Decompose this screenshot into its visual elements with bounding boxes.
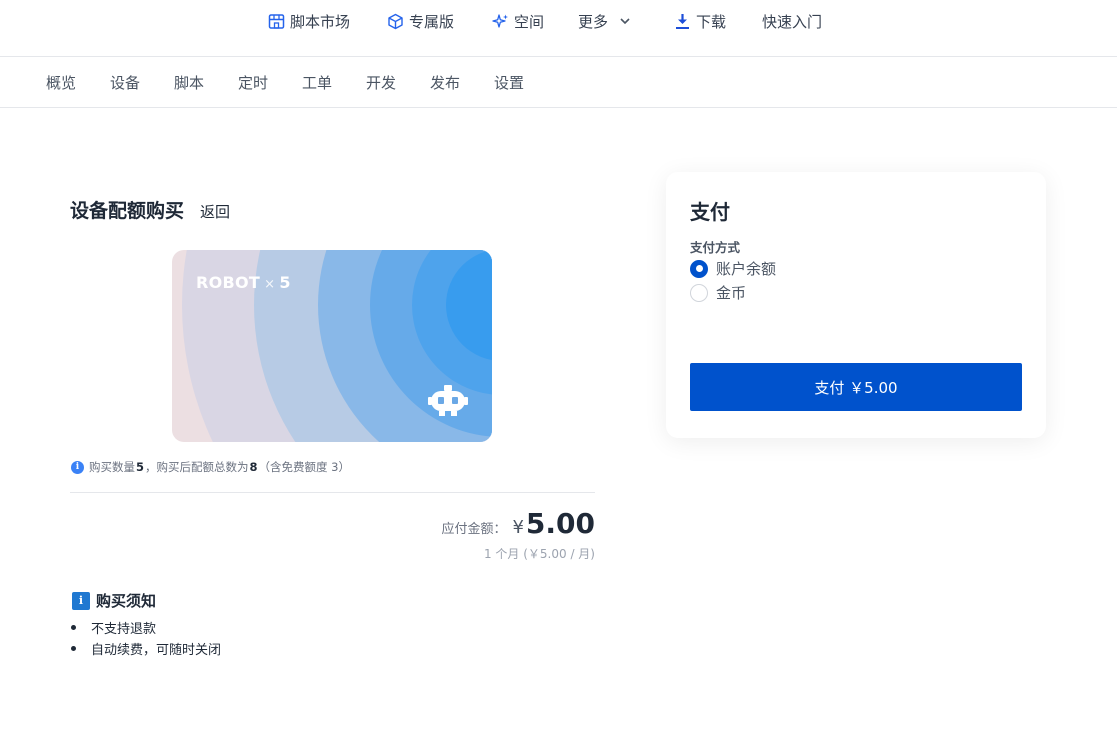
notice-title-text: 购买须知: [96, 592, 157, 610]
tab-settings[interactable]: 设置: [494, 72, 524, 93]
card-brand: ROBOT: [196, 273, 261, 292]
tab-tickets[interactable]: 工单: [302, 72, 332, 93]
box-icon: [388, 13, 403, 29]
card-quantity: 5: [279, 273, 291, 292]
amount-currency: ¥: [512, 517, 524, 538]
divider: [70, 492, 595, 493]
nav-space[interactable]: 空间: [492, 10, 544, 32]
info-prefix: 购买数量: [89, 460, 135, 474]
robot-icon: [428, 385, 468, 416]
payment-method-label: 支付方式: [690, 240, 741, 255]
chevron-down-icon: [620, 18, 630, 25]
payment-option-coins[interactable]: 金币: [690, 282, 746, 303]
notice-item: 不支持退款: [70, 617, 221, 638]
amount-period-note: 1 个月 (￥5.00 / 月): [483, 547, 595, 561]
nav-label: 下载: [696, 12, 727, 31]
nav-label: 脚本市场: [290, 12, 351, 31]
tab-scripts[interactable]: 脚本: [174, 72, 204, 93]
radio-label: 账户余额: [716, 260, 777, 278]
sparkle-icon: [492, 13, 508, 28]
tab-schedule[interactable]: 定时: [238, 72, 268, 93]
nav-exclusive-edition[interactable]: 专属版: [387, 10, 454, 32]
info-quantity: 5: [136, 460, 145, 474]
payment-title: 支付: [690, 200, 730, 224]
amount-row: 应付金额： ¥ 5.00: [441, 507, 595, 540]
tab-overview[interactable]: 概览: [46, 72, 76, 93]
tab-develop[interactable]: 开发: [366, 72, 396, 93]
info-box-icon: i: [72, 591, 90, 610]
nav-label: 更多: [578, 12, 609, 31]
notice-title: i 购买须知: [72, 590, 156, 611]
nav-download[interactable]: 下载: [674, 10, 726, 32]
nav-script-market[interactable]: 脚本市场: [268, 10, 350, 32]
page-title: 设备配额购买: [70, 200, 185, 222]
title-row: 设备配额购买 返回: [70, 196, 230, 223]
info-icon: i: [71, 460, 84, 474]
nav-label: 快速入门: [762, 12, 823, 31]
payment-panel: 支付 支付方式 账户余额 金币 支付 ￥5.00: [666, 172, 1046, 438]
info-total: 8: [249, 460, 258, 474]
nav-label: 专属版: [409, 12, 455, 31]
card-times: ×: [264, 277, 276, 292]
back-link[interactable]: 返回: [200, 201, 230, 222]
sub-navigation: 概览 设备 脚本 定时 工单 开发 发布 设置: [0, 58, 1117, 108]
pay-button[interactable]: 支付 ￥5.00: [690, 363, 1022, 411]
info-middle: ，购买后配额总数为: [145, 460, 249, 474]
nav-more[interactable]: 更多: [578, 10, 632, 32]
download-icon: [676, 13, 689, 29]
radio-label: 金币: [716, 284, 747, 302]
radio-button[interactable]: [690, 259, 708, 278]
purchase-info: i 购买数量 5 ，购买后配额总数为 8 （含免费额度 3）: [71, 459, 350, 475]
radio-button[interactable]: [690, 283, 708, 302]
amount-value: 5.00: [525, 507, 595, 540]
amount-label: 应付金额：: [441, 522, 507, 537]
tab-publish[interactable]: 发布: [430, 72, 460, 93]
top-navigation: 脚本市场 专属版 空间 更多 下载 快速入门: [0, 0, 1117, 57]
quota-card: ROBOT × 5: [172, 250, 492, 442]
notice-list: 不支持退款 自动续费，可随时关闭: [70, 617, 221, 659]
nav-quick-start[interactable]: 快速入门: [762, 10, 822, 32]
tab-devices[interactable]: 设备: [110, 72, 140, 93]
nav-label: 空间: [514, 12, 545, 31]
store-icon: [268, 13, 285, 29]
notice-item: 自动续费，可随时关闭: [70, 638, 221, 659]
payment-option-balance[interactable]: 账户余额: [690, 258, 776, 279]
card-label: ROBOT × 5: [196, 273, 291, 292]
info-suffix: （含免费额度 3）: [258, 460, 351, 474]
